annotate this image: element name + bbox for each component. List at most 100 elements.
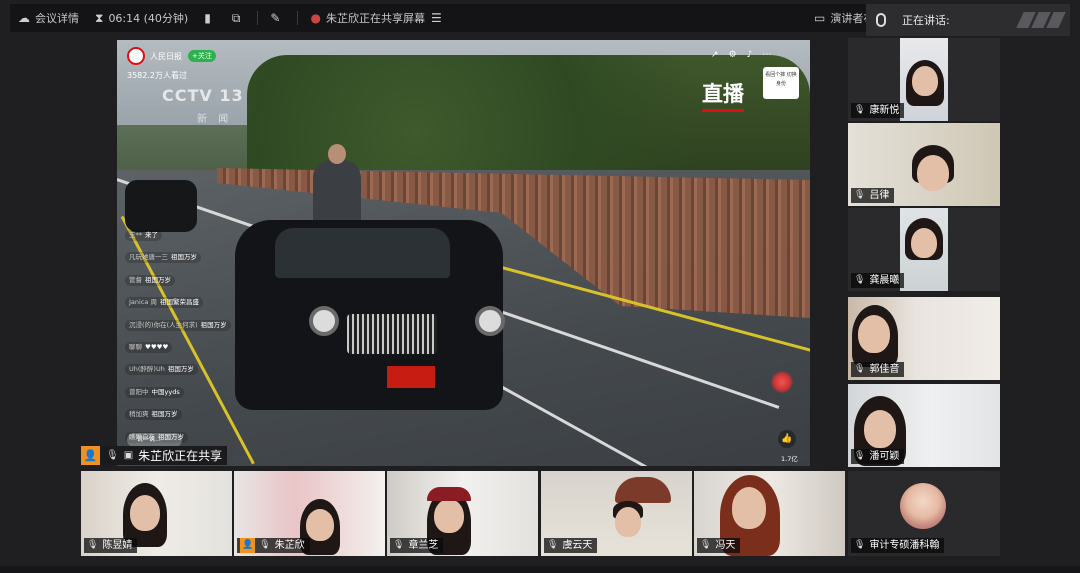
emblem-icon [771,370,793,394]
participant-tile[interactable]: 🎙 康新悦 [848,38,1000,121]
settings-icon[interactable]: ⚙ [729,50,737,60]
chat-username: 聊聊 [129,342,142,351]
participant-name: 吕律 [869,190,890,201]
participant-face [615,507,641,537]
chat-text: 祖国万岁 [151,410,178,419]
menu-icon: ☰ [430,11,442,25]
participant-tile[interactable]: 🎙 龚晨曦 [848,208,1000,291]
annotate-icon: ✎ [270,11,281,25]
mic-muted-icon: 🎙 [854,364,866,374]
toolbar-divider [257,11,259,25]
participant-name-tag: 🎙 章兰芝 [390,538,444,553]
participant-name: 郭佳音 [869,364,900,375]
participant-tile[interactable]: 🎙 章兰芝 [387,471,538,556]
microphone-icon [876,13,886,27]
participant-tile[interactable]: 🎙 郭佳音 [848,297,1000,380]
view-count: 3582.2万人看过 [127,71,187,80]
meeting-logo-icon: ☁ [18,11,30,25]
participant-name: 康新悦 [869,105,900,116]
meeting-details-button[interactable]: ☁ 会议详情 [10,4,87,32]
participant-name: 冯天 [715,540,736,551]
participant-name-tag: 🎙 郭佳音 [851,362,905,377]
like-button[interactable]: 👍 [778,430,796,448]
chat-message: 管督 祖国万岁 [125,274,175,286]
bottom-edge [0,566,1080,573]
participant-name-tag: 🎙 龚晨曦 [851,273,905,288]
standing-person [313,144,361,222]
chat-message: 曾阳中 中国yyds [125,386,184,398]
stream-header: 人民日报 +关注 [127,47,216,65]
mic-muted-icon: 🎙 [854,190,866,200]
mic-muted-icon: 🎙 [547,540,559,550]
chat-text: 祖国繁荣昌盛 [159,298,199,307]
window-controls-icon [1016,12,1066,28]
sharer-label: 👤 🎙 ▣ 朱芷欣正在共享 [81,446,228,465]
participant-name-tag: 🎙 康新悦 [851,103,905,118]
follow-button[interactable]: +关注 [188,50,216,62]
mute-icon[interactable]: ♪ [747,50,753,60]
chat-username: 玉** [129,231,142,239]
mic-muted-icon: 🎙 [854,451,866,461]
share-icon[interactable]: ↗ [711,50,719,60]
signal-button[interactable]: ▮ [196,4,224,32]
switch-identity-popup[interactable]: 看回个摔 切换身份 [763,67,799,99]
participant-tile[interactable]: 👤 🎙 朱芷欣 [234,471,385,556]
participant-face [306,509,334,541]
mic-muted-icon: 🎙 [700,540,712,550]
chat-message: 稍加爽 祖国万岁 [125,409,182,421]
screen-share-icon: ▣ [123,450,134,461]
participant-tile[interactable]: 🎙 陈昱婧 [81,471,232,556]
annotate-button[interactable]: ✎ [262,4,293,32]
shared-screen[interactable]: 人民日报 +关注 3582.2万人看过 CCTV 13 新 闻 直播 ↗ ⚙ ♪… [117,40,810,466]
participant-face [864,410,896,448]
sharing-status[interactable]: ● 朱芷欣正在共享屏幕 ☰ [302,4,454,32]
participant-face [858,315,890,353]
chat-username: 沉浸(的)你在(人生何求) [129,320,198,329]
chat-text: 祖国万岁 [167,365,194,374]
account-name: 人民日报 [150,51,182,61]
layout-icon: ▭ [814,11,826,25]
meeting-timer: ⧗ 06:14 (40分钟) [87,4,196,32]
chat-username: Janica 周 [129,298,157,307]
participant-name: 陈昱婧 [102,540,133,551]
chat-input[interactable]: 说一说... [127,433,182,447]
chat-message: 沉浸(的)你在(人生何求) 祖国万岁 [125,319,231,331]
participant-name-tag: 🎙 虞云天 [544,538,598,553]
sharer-text: 朱芷欣正在共享 [138,449,223,463]
parade-car [235,220,505,410]
participant-name: 潘可颖 [869,451,900,462]
mic-muted-icon: 🎙 [854,540,866,550]
participant-face [911,228,937,258]
chat-text: 祖国万岁 [171,253,197,262]
speaking-label: 正在讲话: [902,14,950,27]
more-icon[interactable]: ⋯ [762,50,771,60]
participant-name: 章兰芝 [408,540,439,551]
participant-tile[interactable]: 🎙 冯天 [694,471,845,556]
participant-tile[interactable]: 🎙 审计专硕潘科翰 [848,471,1000,556]
like-count: 1.7亿 [781,455,798,463]
participant-tile[interactable]: 🎙 吕律 [848,123,1000,206]
participant-name: 虞云天 [562,540,593,551]
mic-muted-icon: 🎙 [393,540,405,550]
participant-tile[interactable]: 🎙 虞云天 [541,471,692,556]
chat-text: 祖国万岁 [200,320,227,329]
participant-tile[interactable]: 🎙 潘可颖 [848,384,1000,467]
participant-name-tag: 👤 🎙 朱芷欣 [237,538,310,553]
sharer-avatar-icon: 👤 [240,538,256,553]
headlight [475,306,505,336]
chat-text: ♥♥♥♥ [145,342,169,351]
chat-username: 稍加爽 [129,410,149,419]
mic-muted-icon: 🎙 [854,105,866,115]
live-chat: 玉** 来了 凡玩她唐一三 祖国万岁 管督 祖国万岁 Janica 周祖国繁荣昌盛 沉浸(的)… [125,222,265,466]
chat-message: Janica 周祖国繁荣昌盛 [125,297,203,309]
chat-username: 凡玩她唐一三 [129,253,168,262]
sharer-avatar-icon: 👤 [81,446,100,465]
popout-button[interactable]: ⧉ [224,4,254,32]
sharing-status-label: 朱芷欣正在共享屏幕 [325,12,425,25]
mic-off-icon: 🎙 [106,450,119,461]
participant-name-tag: 🎙 审计专硕潘科翰 [851,538,945,553]
participant-face [434,499,464,533]
participant-face [732,487,766,529]
windshield [275,228,450,278]
participant-name-tag: 🎙 陈昱婧 [84,538,138,553]
